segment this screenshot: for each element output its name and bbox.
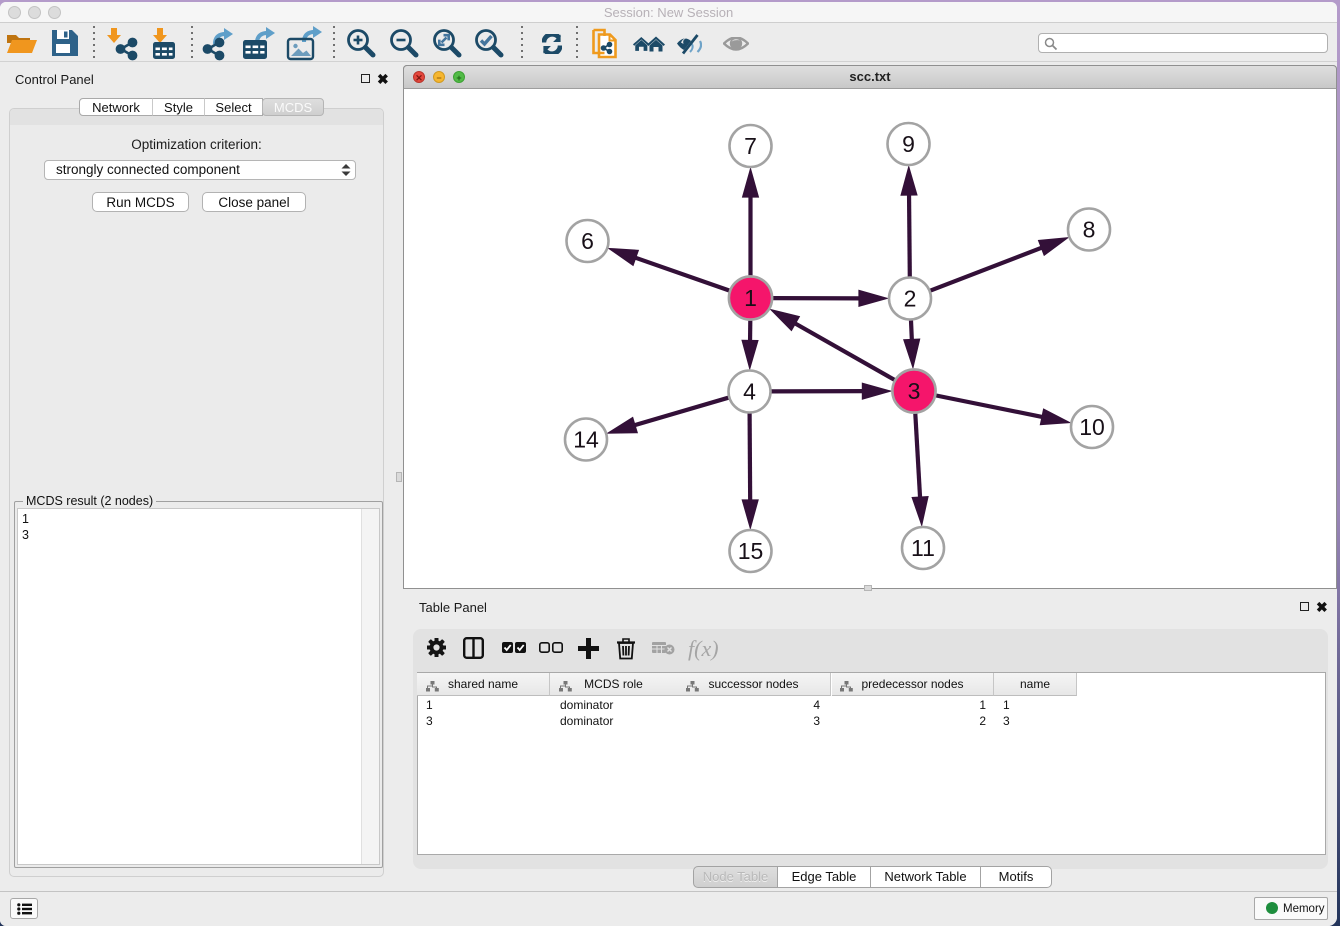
svg-text:2: 2: [904, 286, 917, 312]
svg-text:7: 7: [744, 133, 757, 159]
svg-text:15: 15: [738, 538, 764, 564]
svg-text:8: 8: [1083, 217, 1096, 243]
svg-text:3: 3: [908, 378, 921, 404]
svg-text:11: 11: [911, 535, 935, 561]
svg-text:4: 4: [743, 379, 756, 405]
svg-text:14: 14: [573, 427, 599, 453]
svg-text:9: 9: [902, 131, 915, 157]
svg-text:6: 6: [581, 228, 594, 254]
svg-text:10: 10: [1079, 414, 1105, 440]
svg-text:1: 1: [744, 285, 757, 311]
